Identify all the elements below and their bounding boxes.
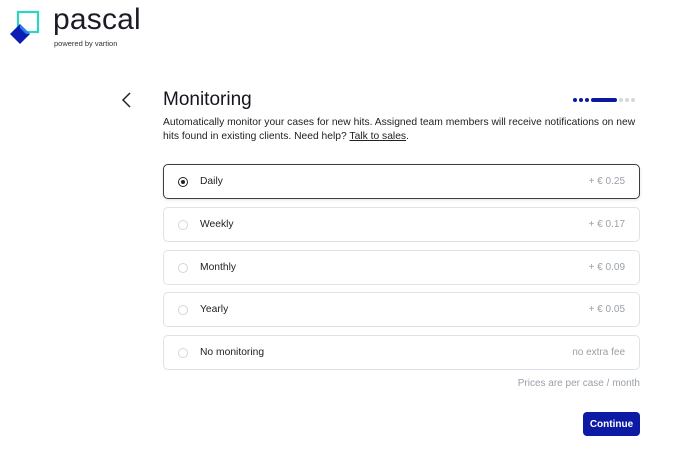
option-monthly[interactable]: Monthly + € 0.09: [163, 250, 640, 285]
progress-step-done: [579, 97, 583, 102]
option-yearly[interactable]: Yearly + € 0.05: [163, 292, 640, 327]
description-suffix: .: [406, 130, 409, 142]
pascal-logo: pascal powered by vartion: [8, 5, 168, 49]
progress-step-done: [585, 97, 589, 102]
description: Automatically monitor your cases for new…: [163, 116, 643, 144]
brand-name: pascal: [53, 3, 141, 36]
option-no-monitoring[interactable]: No monitoring no extra fee: [163, 335, 640, 370]
radio-button[interactable]: [178, 263, 188, 273]
progress-step-done: [573, 97, 577, 102]
progress-step-current: [591, 97, 617, 102]
brand-tagline: powered by vartion: [54, 39, 118, 48]
option-daily[interactable]: Daily + € 0.25: [163, 164, 640, 199]
option-label: Monthly: [200, 262, 237, 273]
option-label: Weekly: [200, 219, 234, 230]
radio-button[interactable]: [178, 177, 188, 187]
option-price: + € 0.05: [588, 304, 625, 315]
radio-button[interactable]: [178, 220, 188, 230]
option-price: + € 0.17: [588, 219, 625, 230]
radio-button[interactable]: [178, 348, 188, 358]
option-label: No monitoring: [200, 347, 265, 358]
option-price: + € 0.09: [588, 262, 625, 273]
option-price: + € 0.25: [588, 176, 625, 187]
progress-step-todo: [619, 97, 623, 102]
option-label: Yearly: [200, 304, 229, 315]
step-progress-indicator: [573, 97, 635, 102]
option-price: no extra fee: [572, 347, 625, 358]
pascal-logo-icon: [10, 10, 40, 44]
page-title: Monitoring: [163, 89, 252, 110]
progress-step-todo: [625, 97, 629, 102]
progress-step-todo: [631, 97, 635, 102]
back-button[interactable]: [120, 91, 134, 109]
chevron-left-icon: [121, 92, 131, 108]
continue-button[interactable]: Continue: [583, 412, 640, 436]
option-weekly[interactable]: Weekly + € 0.17: [163, 207, 640, 242]
price-note: Prices are per case / month: [517, 378, 640, 389]
option-label: Daily: [200, 176, 223, 187]
radio-button[interactable]: [178, 305, 188, 315]
talk-to-sales-link[interactable]: Talk to sales: [349, 131, 406, 142]
